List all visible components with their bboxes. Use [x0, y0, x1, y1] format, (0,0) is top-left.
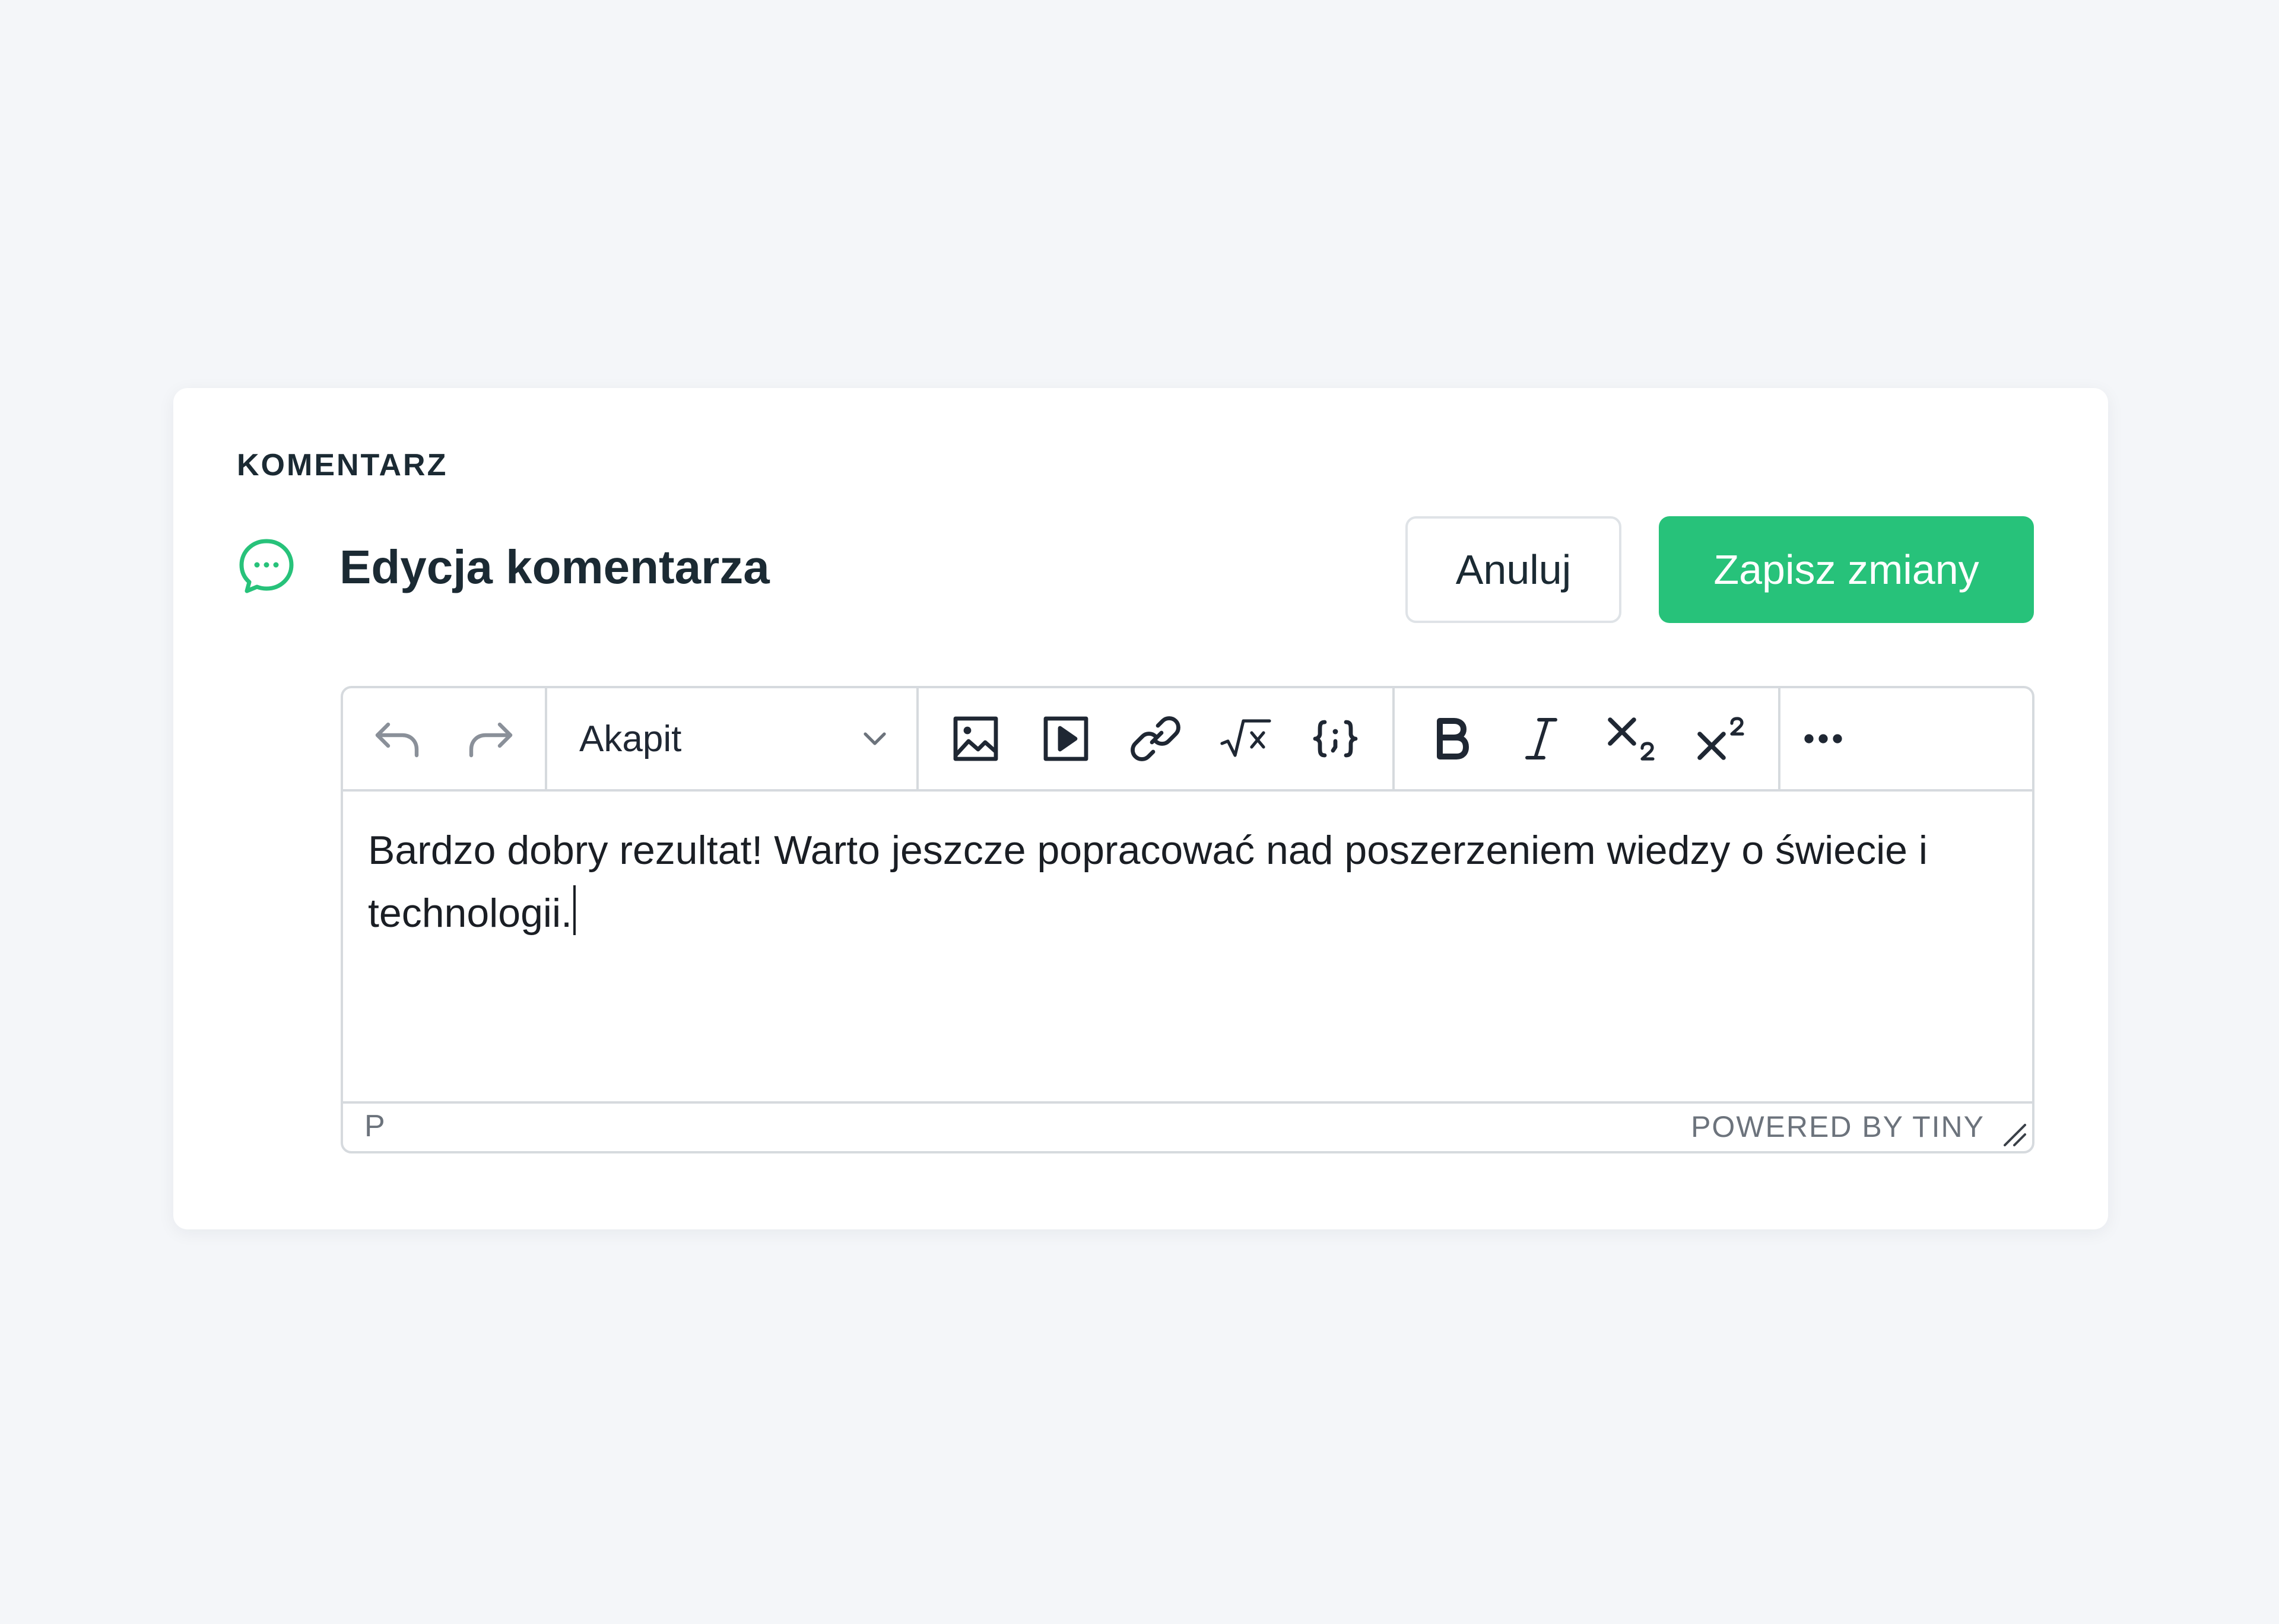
insert-code-sample-button[interactable]: [1295, 698, 1376, 779]
chat-bubble-icon: [239, 539, 294, 593]
toolbar-group-insert: [919, 688, 1395, 789]
subscript-button[interactable]: [1591, 698, 1672, 779]
image-icon: [953, 716, 998, 761]
insert-image-button[interactable]: [935, 698, 1016, 779]
comment-card: KOMENTARZ Edycja komentarza Anuluj Zapis…: [173, 388, 2108, 1229]
editor-statusbar: P POWERED BY TINY: [343, 1101, 2032, 1151]
page-title: Edycja komentarza: [339, 541, 770, 593]
more-button[interactable]: [1795, 698, 1852, 779]
rich-text-editor: Akapit Bardzo dobry rezultat! Warto jesz…: [341, 686, 2034, 1153]
editor-content-area[interactable]: Bardzo dobry rezultat! Warto jeszcze pop…: [368, 819, 1961, 945]
insert-media-button[interactable]: [1026, 698, 1106, 779]
block-format-label: Akapit: [579, 718, 682, 759]
undo-button[interactable]: [357, 698, 438, 779]
branding-link[interactable]: POWERED BY TINY: [1691, 1110, 1985, 1144]
toolbar-group-history: [343, 688, 547, 789]
more-icon: [1804, 734, 1842, 743]
resize-handle-icon[interactable]: [1999, 1119, 2029, 1149]
chevron-down-icon: [864, 732, 886, 745]
redo-icon: [469, 722, 513, 758]
subscript-icon: [1607, 717, 1655, 761]
insert-math-button[interactable]: [1205, 698, 1286, 779]
text-caret: [573, 885, 576, 935]
math-icon: [1220, 719, 1271, 757]
toolbar-group-formatting: [1395, 688, 1780, 789]
insert-link-button[interactable]: [1115, 698, 1196, 779]
editor-toolbar: Akapit: [343, 688, 2032, 792]
italic-button[interactable]: [1501, 698, 1582, 779]
block-format-select[interactable]: Akapit: [547, 688, 919, 789]
superscript-icon: [1697, 717, 1744, 760]
redo-button[interactable]: [450, 698, 531, 779]
bold-icon: [1437, 718, 1469, 759]
media-icon: [1043, 716, 1088, 761]
bold-button[interactable]: [1411, 698, 1492, 779]
italic-icon: [1525, 718, 1558, 759]
editor-paragraph: Bardzo dobry rezultat! Warto jeszcze pop…: [368, 828, 1928, 936]
code-sample-icon: [1313, 720, 1358, 758]
element-path[interactable]: P: [364, 1108, 385, 1144]
toolbar-group-more: [1780, 688, 1854, 789]
undo-icon: [375, 722, 419, 758]
cancel-button[interactable]: Anuluj: [1405, 516, 1621, 623]
section-label: KOMENTARZ: [237, 448, 448, 482]
link-icon: [1131, 716, 1180, 761]
superscript-button[interactable]: [1681, 698, 1761, 779]
save-button[interactable]: Zapisz zmiany: [1659, 516, 2034, 623]
